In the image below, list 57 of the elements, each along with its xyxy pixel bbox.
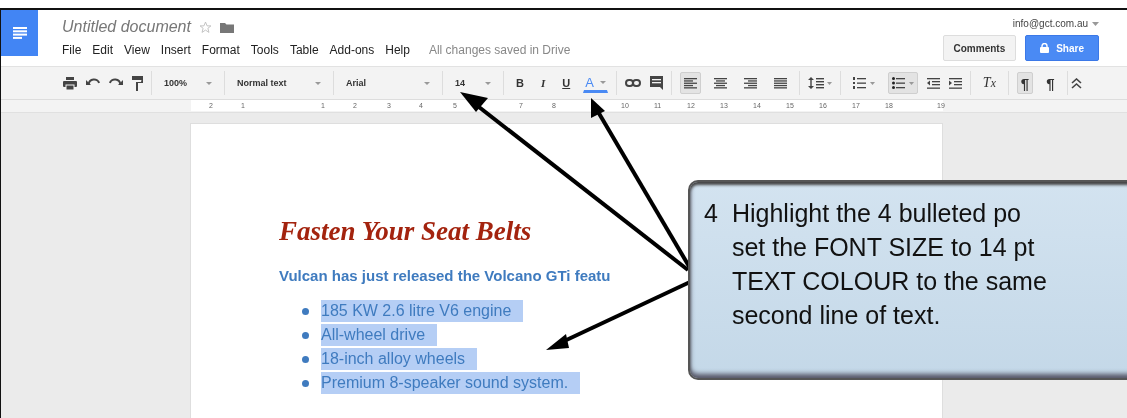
instruction-text: TEXT COLOUR to the same [731,266,1047,297]
account-email[interactable]: info@gct.com.au [1012,18,1088,29]
bullet-icon [302,355,309,363]
undo-icon[interactable] [86,78,100,88]
lock-icon [1040,43,1050,53]
bullet-icon [302,307,309,315]
link-icon[interactable] [624,79,641,87]
bullet-text: 18-inch alloy wheels [321,348,478,370]
collapse-icon[interactable] [1071,77,1082,89]
menu-item[interactable]: Format [201,43,240,57]
menu-item[interactable]: File [62,43,82,57]
align-button[interactable] [679,72,701,94]
document-subheading: Vulcan has just released the Volcano GTi featu [279,267,611,284]
instruction-text: set the FONT SIZE to 14 pt [731,232,1036,263]
redo-icon[interactable] [109,78,123,88]
bold-button[interactable]: B [512,72,528,94]
justify-icon [773,77,787,89]
bulleted-list-button[interactable] [887,72,918,94]
bullet-text: Premium 8-speaker sound system. [321,372,581,394]
folder-icon[interactable] [219,21,234,33]
docs-menu-icon[interactable] [1,10,38,56]
bullet-icon [302,331,309,339]
menu-item[interactable]: Tools [250,43,279,57]
align-left-icon [683,77,697,89]
menu-item[interactable]: Help [385,43,410,57]
line-spacing-icon[interactable] [807,77,832,89]
bullet-text: 185 KW 2.6 litre V6 engine [321,300,524,322]
bullet-icon [302,379,309,387]
print-icon[interactable] [63,76,77,90]
dropdown-arrow-icon[interactable] [1092,21,1099,26]
right-to-left-button[interactable]: ¶ [1042,72,1059,94]
instruction-text: Highlight the 4 bulleted po [731,198,1022,229]
step-number: 4 [704,198,718,229]
star-icon[interactable] [198,20,212,34]
document-title[interactable]: Untitled document [62,18,191,36]
menu-item[interactable]: Insert [160,43,191,57]
italic-button[interactable]: I [536,72,550,94]
align-right-icon [743,77,757,89]
menu-item[interactable]: Table [289,43,319,57]
style-dropdown[interactable]: Normal text [233,72,325,94]
increase-indent-icon[interactable] [948,77,962,89]
zoom-dropdown[interactable]: 100% [160,72,216,94]
font-dropdown[interactable]: Arial [342,72,434,94]
menu-item[interactable]: View [124,43,150,57]
align-center-icon [713,77,727,89]
comments-button[interactable]: Comments [942,35,1017,61]
paint-format-icon[interactable] [132,75,143,91]
comment-icon[interactable] [649,76,663,90]
menu-item[interactable]: Edit [92,43,114,57]
save-status: All changes saved in Drive [428,43,571,57]
menu-item[interactable]: Add-ons [329,43,375,57]
underline-button[interactable]: U [558,72,575,94]
instruction-text: second line of text. [731,300,942,331]
left-to-right-button[interactable]: ¶ [1016,72,1034,94]
document-heading: Fasten Your Seat Belts [279,216,532,247]
decrease-indent-icon[interactable] [926,77,940,89]
bullet-text: All-wheel drive [321,324,438,346]
